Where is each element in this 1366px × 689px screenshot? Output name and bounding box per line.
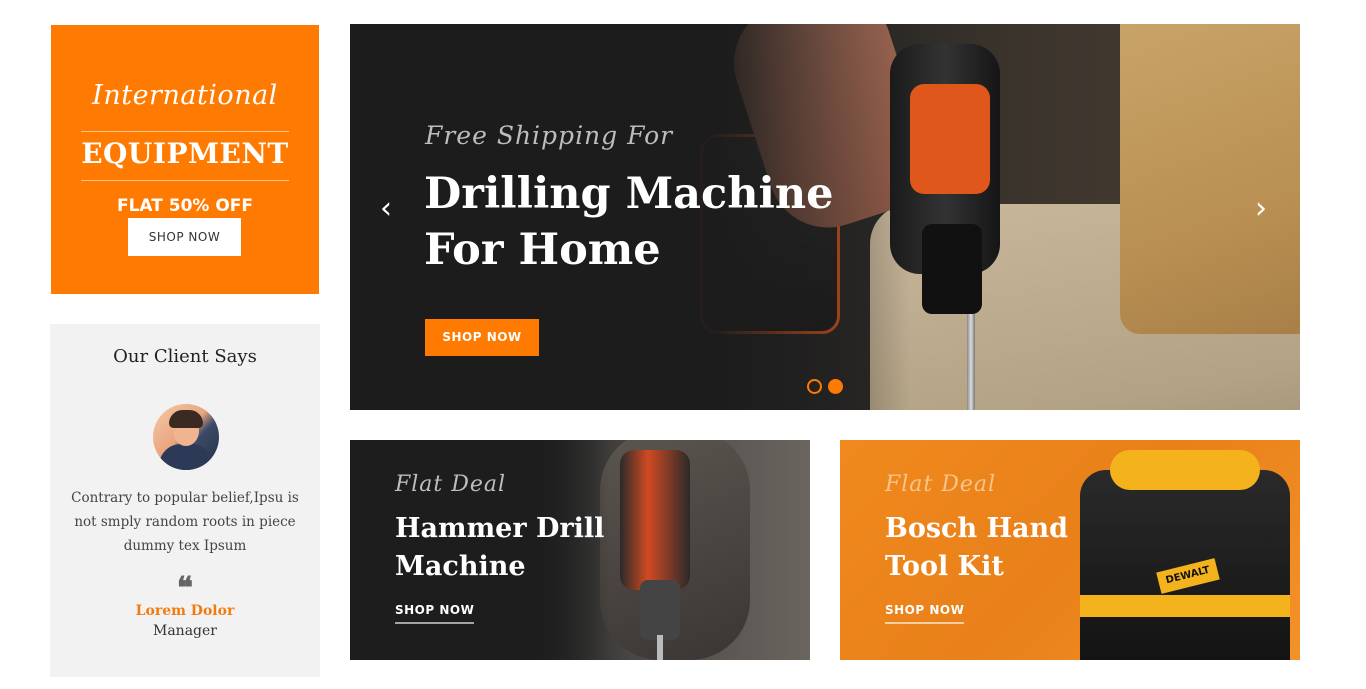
hero-title: Drilling Machine For Home xyxy=(424,166,884,278)
tool-kit-banner[interactable]: DEWALT Flat Deal Bosch Hand Tool Kit SHO… xyxy=(840,440,1300,660)
banner-title: Hammer Drill Machine xyxy=(395,510,655,586)
banner-shop-now-link[interactable]: SHOP NOW xyxy=(395,603,475,624)
hammer-drill-banner[interactable]: Flat Deal Hammer Drill Machine SHOP NOW xyxy=(350,440,810,660)
hero-image-drill-bit xyxy=(967,314,975,410)
banner-eyebrow: Flat Deal xyxy=(885,472,997,497)
quote-icon: ❝ xyxy=(176,571,194,606)
promo-script-title: International xyxy=(92,80,278,111)
slider-dot-2[interactable] xyxy=(828,379,843,394)
testimonial-heading: Our Client Says xyxy=(113,346,257,367)
chevron-right-icon[interactable]: › xyxy=(1249,192,1273,226)
slider-pagination xyxy=(807,379,843,394)
hero-shop-now-button[interactable]: SHOP NOW xyxy=(425,319,539,356)
banner-eyebrow: Flat Deal xyxy=(395,472,507,497)
promo-divider-bottom xyxy=(81,180,289,181)
banner-title-line1: Bosch Hand xyxy=(885,513,1069,544)
chevron-left-icon[interactable]: ‹ xyxy=(374,192,398,226)
hero-image-drill-head xyxy=(910,84,990,194)
promo-title: EQUIPMENT xyxy=(81,137,289,170)
promo-shop-now-button[interactable]: SHOP NOW xyxy=(128,218,241,256)
banner-title-line1: Hammer Drill xyxy=(395,513,605,544)
promo-offer: FLAT 50% OFF xyxy=(116,196,254,216)
testimonial-panel: Our Client Says Contrary to popular beli… xyxy=(50,324,320,677)
hero-image-chuck xyxy=(922,224,982,314)
client-avatar xyxy=(153,404,219,470)
client-role: Manager xyxy=(153,623,217,639)
banner-title-line2: Tool Kit xyxy=(885,551,1004,582)
banner-shop-now-link[interactable]: SHOP NOW xyxy=(885,603,965,624)
slider-dot-1[interactable] xyxy=(807,379,822,394)
banner-title: Bosch Hand Tool Kit xyxy=(885,510,1145,586)
equipment-promo-banner[interactable]: International EQUIPMENT FLAT 50% OFF SHO… xyxy=(51,25,319,294)
hero-title-line2: For Home xyxy=(424,225,661,275)
banner-title-line2: Machine xyxy=(395,551,526,582)
promo-divider-top xyxy=(81,131,289,132)
hero-eyebrow: Free Shipping For xyxy=(425,121,674,150)
testimonial-text: Contrary to popular belief,Ipsu is not s… xyxy=(71,490,299,554)
hero-slider: Free Shipping For Drilling Machine For H… xyxy=(350,24,1300,410)
hero-title-line1: Drilling Machine xyxy=(424,169,834,219)
client-name: Lorem Dolor xyxy=(135,603,235,619)
hero-image-tool-belt xyxy=(1120,24,1300,334)
